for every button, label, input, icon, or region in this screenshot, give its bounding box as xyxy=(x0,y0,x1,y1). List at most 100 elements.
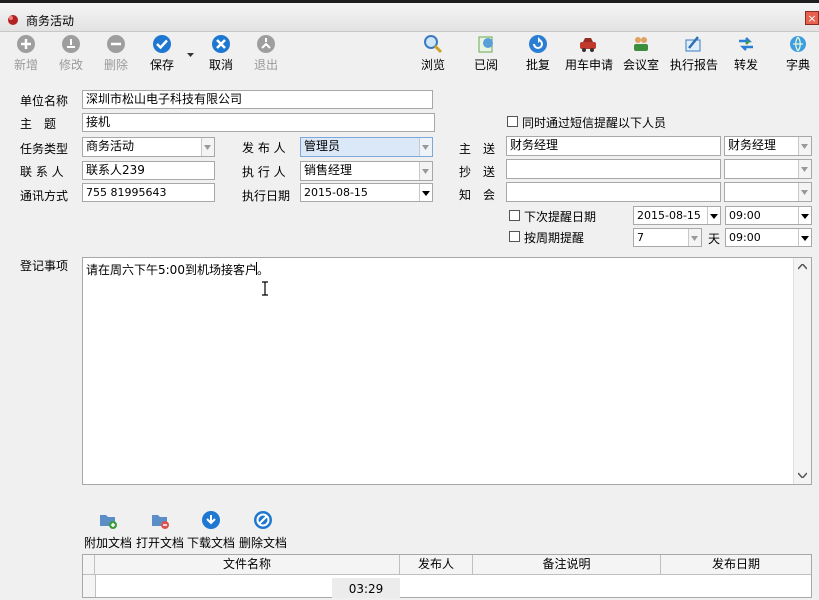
period-select[interactable]: 7 xyxy=(633,228,702,247)
chevron-down-icon[interactable] xyxy=(419,184,432,201)
period-time-value: 09:00 xyxy=(729,231,761,244)
save-dropdown-arrow[interactable] xyxy=(187,47,194,61)
publisher-label: 发 布 人 xyxy=(242,141,286,155)
next-remind-checkbox[interactable] xyxy=(509,210,520,221)
main-send-select-value: 财务经理 xyxy=(728,138,777,152)
task-type-select[interactable]: 商务活动 xyxy=(82,137,215,157)
main-send-label: 主 送 xyxy=(459,142,496,156)
company-field[interactable]: 深圳市松山电子科技有限公司 xyxy=(82,90,433,109)
save-label: 保存 xyxy=(149,58,174,72)
chevron-down-icon[interactable] xyxy=(419,138,432,156)
browse-button[interactable]: 浏览 xyxy=(418,34,448,73)
column-header-remark[interactable]: 备注说明 xyxy=(473,555,661,574)
period-remind-label: 按周期提醒 xyxy=(524,231,585,245)
next-remind-time-picker[interactable]: 09:00 xyxy=(725,206,812,225)
cc-field[interactable] xyxy=(506,159,721,179)
chevron-down-icon[interactable] xyxy=(798,160,811,178)
chevron-down-icon[interactable] xyxy=(798,229,811,246)
exec-date-label: 执行日期 xyxy=(242,189,291,203)
forward-label: 转发 xyxy=(733,58,758,72)
reply-button[interactable]: 批复 xyxy=(523,34,553,73)
publisher-select[interactable]: 管理员 xyxy=(300,137,433,157)
add-button[interactable]: 新增 xyxy=(11,34,41,73)
subject-field[interactable]: 接机 xyxy=(82,113,435,132)
executor-label: 执 行 人 xyxy=(242,165,286,179)
task-type-label: 任务类型 xyxy=(20,142,69,156)
main-send-field[interactable]: 财务经理 xyxy=(506,136,721,156)
open-doc-button[interactable]: 打开文档 xyxy=(136,510,184,551)
chevron-down-icon[interactable] xyxy=(798,207,811,224)
notes-label: 登记事项 xyxy=(20,259,69,273)
documents-table[interactable]: 文件名称 发布人 备注说明 发布日期 xyxy=(82,554,812,598)
car-icon xyxy=(580,38,596,52)
contact-field[interactable]: 联系人239 xyxy=(82,161,215,180)
close-button[interactable]: × xyxy=(805,11,819,25)
edit-icon xyxy=(62,35,80,53)
exec-date-value: 2015-08-15 xyxy=(304,186,368,199)
folder-add-icon xyxy=(100,515,117,529)
executor-select[interactable]: 销售经理 xyxy=(300,161,433,181)
attach-doc-button[interactable]: 附加文档 xyxy=(84,510,132,551)
forward-arrows-icon xyxy=(739,37,753,51)
cancel-button[interactable]: 取消 xyxy=(206,34,236,73)
car-request-button[interactable]: 用车申请 xyxy=(565,34,614,73)
chevron-down-icon[interactable] xyxy=(798,137,811,155)
app-icon xyxy=(6,12,20,26)
minus-circle-icon xyxy=(107,35,125,53)
exit-label: 退出 xyxy=(253,58,278,72)
read-icon xyxy=(478,36,493,53)
download-doc-label: 下载文档 xyxy=(187,536,236,550)
magnifier-icon xyxy=(424,35,443,54)
dictionary-button[interactable]: 字典 xyxy=(783,34,813,73)
title-bar xyxy=(0,0,819,32)
notify-field[interactable] xyxy=(506,182,721,202)
phone-field[interactable]: 755 81995643 xyxy=(82,183,215,202)
meeting-room-label: 会议室 xyxy=(623,58,660,72)
chevron-down-icon[interactable] xyxy=(798,183,811,201)
ibeam-cursor-icon xyxy=(261,281,269,299)
chevron-down-icon[interactable] xyxy=(688,229,701,246)
download-icon xyxy=(202,511,220,529)
executor-value: 销售经理 xyxy=(304,163,353,177)
car-request-label: 用车申请 xyxy=(565,58,614,72)
chevron-down-icon[interactable] xyxy=(201,138,214,156)
edit-label: 修改 xyxy=(58,58,83,72)
column-header-publisher[interactable]: 发布人 xyxy=(400,555,473,574)
edit-button[interactable]: 修改 xyxy=(56,34,86,73)
download-doc-button[interactable]: 下载文档 xyxy=(187,510,235,551)
subject-label: 主 题 xyxy=(20,117,57,131)
cc-select[interactable] xyxy=(724,159,812,179)
sms-checkbox[interactable] xyxy=(507,116,518,127)
read-label: 已阅 xyxy=(473,58,498,72)
delete-doc-label: 删除文档 xyxy=(239,536,288,550)
folder-open-icon xyxy=(152,515,169,529)
main-send-select[interactable]: 财务经理 xyxy=(724,136,812,156)
row-indicator-column xyxy=(83,575,96,597)
next-remind-date-value: 2015-08-15 xyxy=(637,209,701,222)
chevron-down-icon[interactable] xyxy=(419,162,432,180)
notify-select[interactable] xyxy=(724,182,812,202)
report-pen-icon xyxy=(685,36,701,52)
cc-label: 抄 送 xyxy=(459,165,496,179)
forward-button[interactable]: 转发 xyxy=(731,34,761,73)
scroll-up-icon[interactable] xyxy=(798,264,807,270)
delete-button[interactable]: 删除 xyxy=(101,34,131,73)
scroll-down-icon[interactable] xyxy=(798,472,807,478)
delete-doc-button[interactable]: 删除文档 xyxy=(239,510,287,551)
chevron-down-icon[interactable] xyxy=(707,207,720,224)
exec-report-button[interactable]: 执行报告 xyxy=(670,34,718,73)
browse-label: 浏览 xyxy=(420,58,445,72)
save-button[interactable]: 保存 xyxy=(147,34,177,73)
notes-textarea[interactable]: 请在周六下午5:00到机场接客户。 xyxy=(82,257,812,485)
column-header-file-name[interactable]: 文件名称 xyxy=(95,555,400,574)
next-remind-date-picker[interactable]: 2015-08-15 xyxy=(633,206,721,225)
notes-scrollbar[interactable] xyxy=(793,258,811,484)
period-unit-label: 天 xyxy=(708,232,721,246)
period-time-picker[interactable]: 09:00 xyxy=(725,228,812,247)
exec-date-picker[interactable]: 2015-08-15 xyxy=(300,183,433,202)
period-remind-checkbox[interactable] xyxy=(509,231,520,242)
column-header-publish-date[interactable]: 发布日期 xyxy=(661,555,811,574)
exit-button[interactable]: 退出 xyxy=(251,34,281,73)
read-button[interactable]: 已阅 xyxy=(471,34,501,73)
meeting-room-button[interactable]: 会议室 xyxy=(623,34,659,73)
